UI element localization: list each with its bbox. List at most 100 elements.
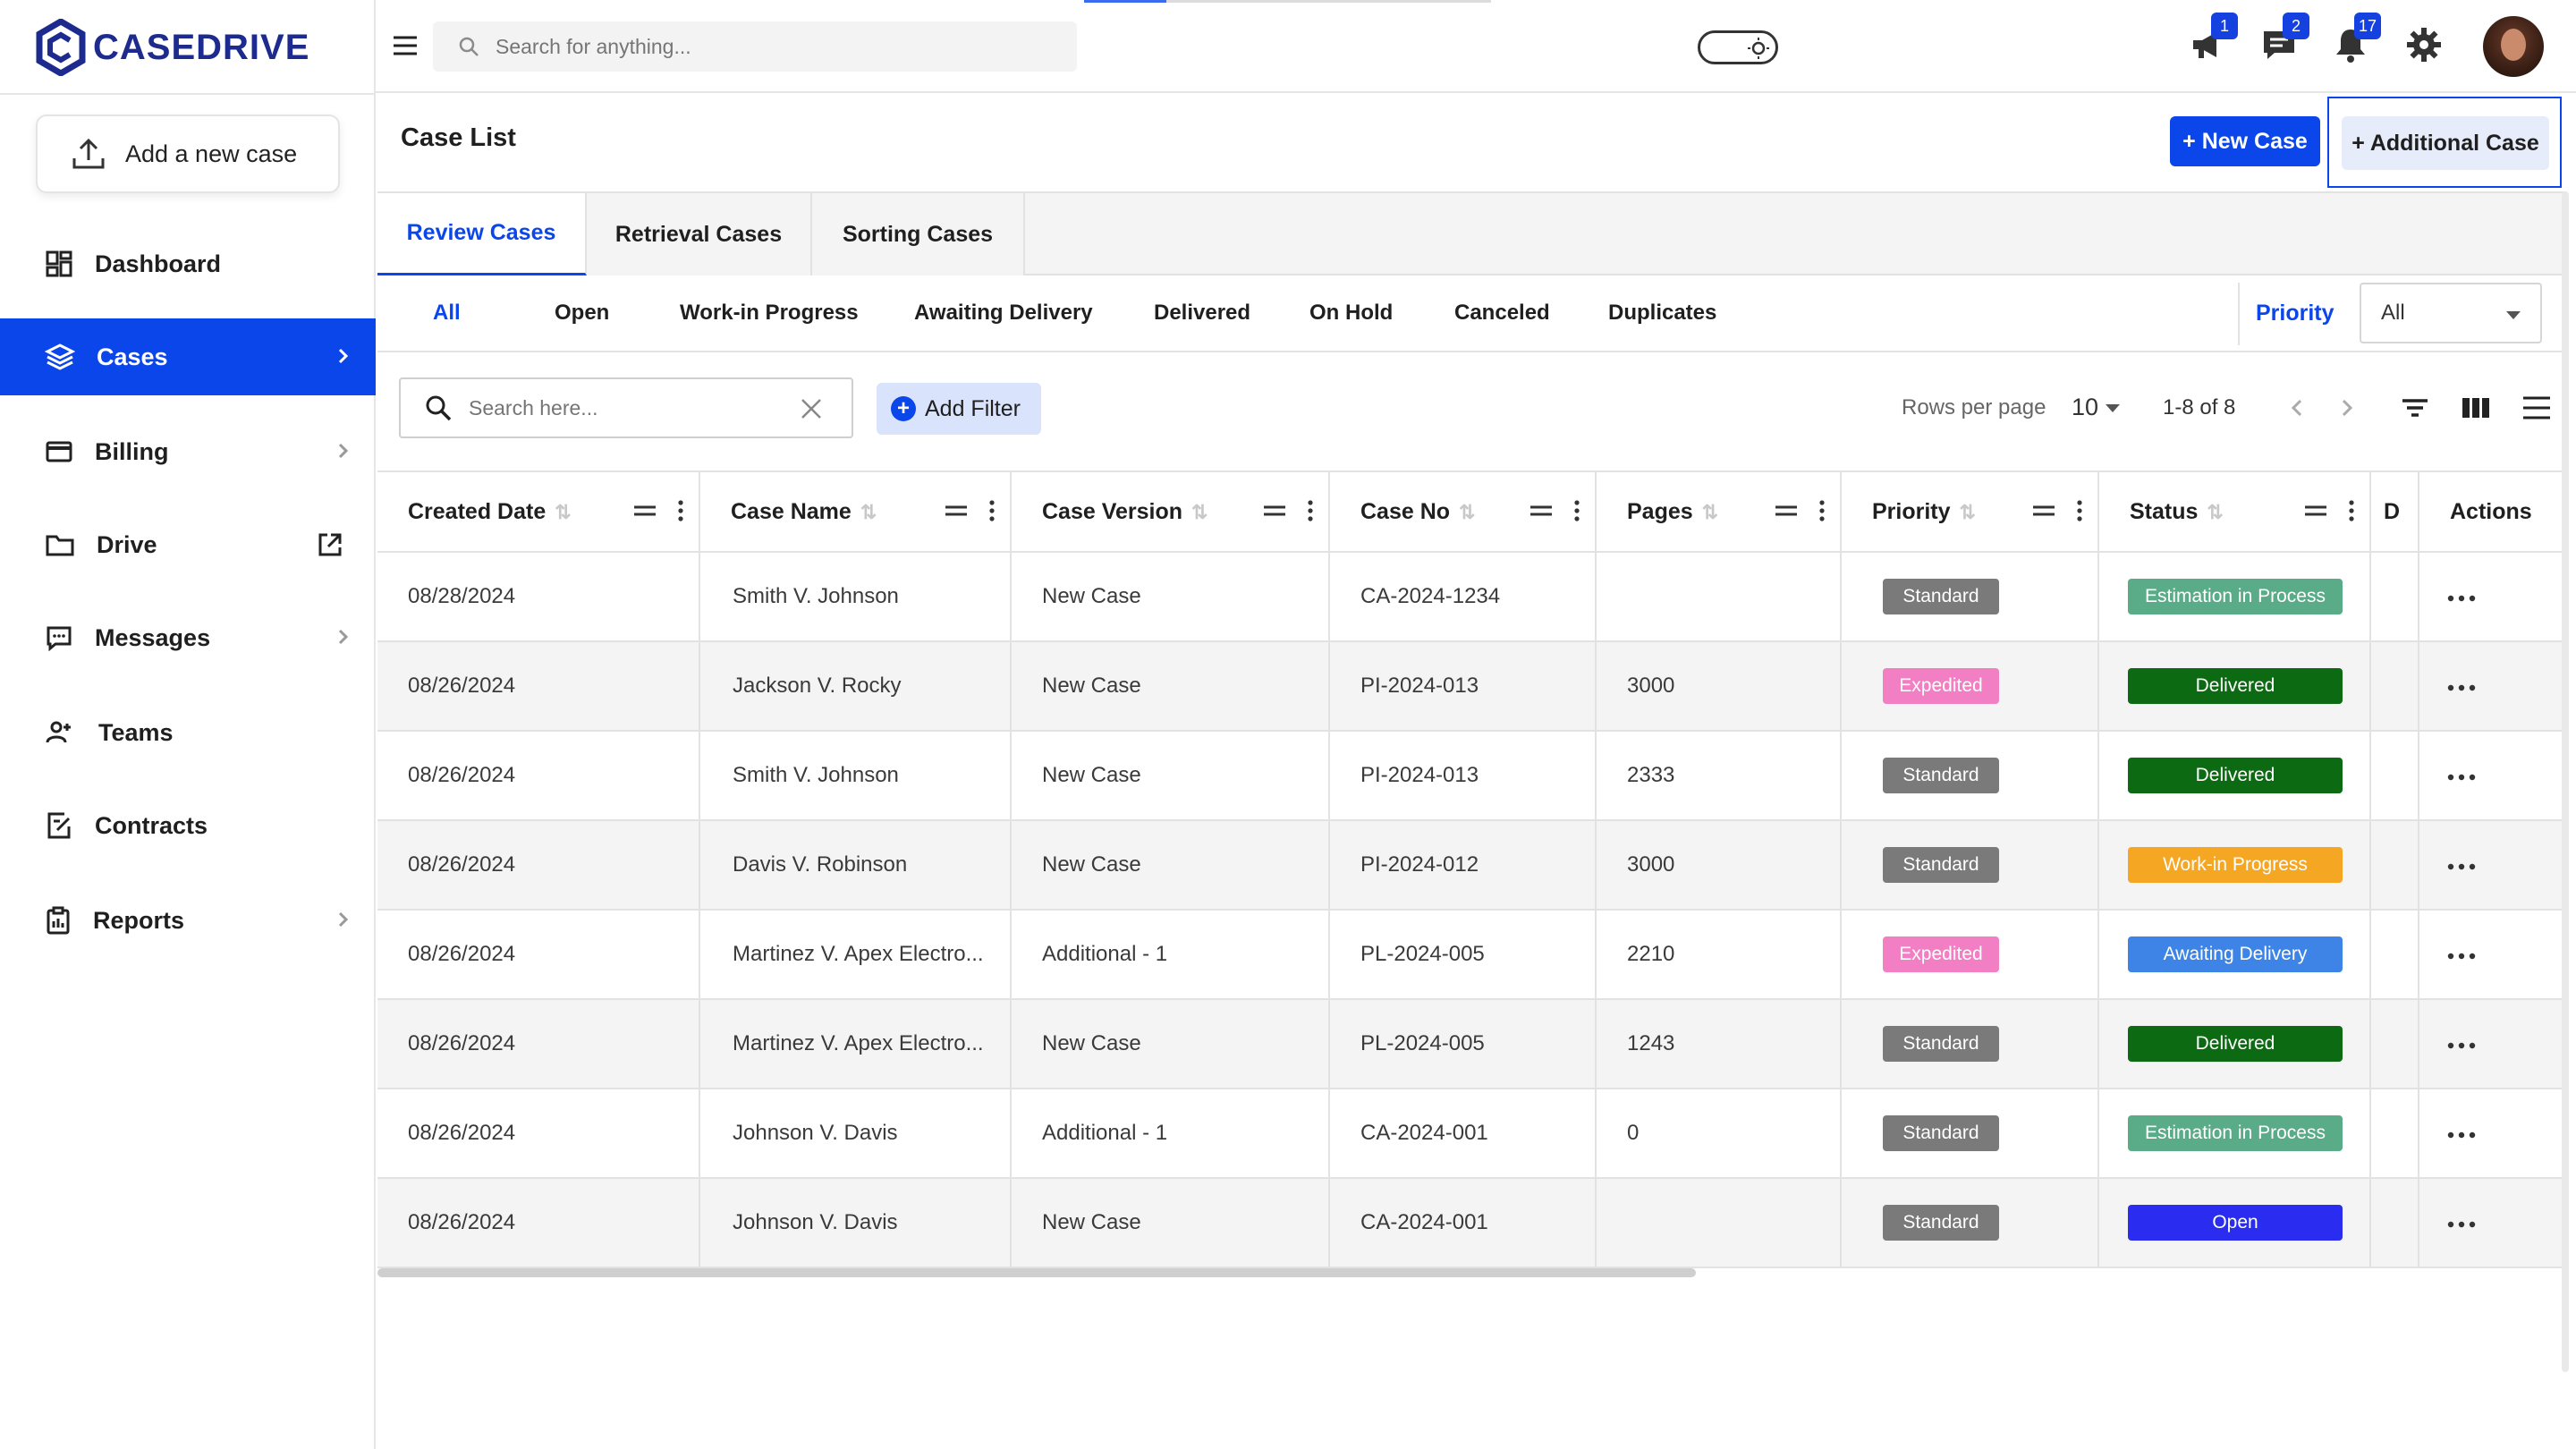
drag-handle-icon[interactable]: [2031, 502, 2056, 520]
tab-retrieval-cases[interactable]: Retrieval Cases: [587, 193, 812, 275]
status-filter-open[interactable]: Open: [555, 301, 609, 326]
table-row[interactable]: 08/26/2024 Smith V. Johnson New Case PI-202…: [377, 731, 2567, 821]
more-actions-icon[interactable]: [2446, 683, 2477, 692]
more-actions-icon[interactable]: [2446, 1131, 2477, 1140]
more-actions-icon[interactable]: [2446, 594, 2477, 603]
drag-handle-icon[interactable]: [2303, 502, 2328, 520]
column-header-priority[interactable]: Priority ⇅: [1841, 470, 2099, 553]
more-actions-icon[interactable]: [2446, 862, 2477, 871]
next-page-icon[interactable]: [2336, 394, 2358, 422]
filter-lines-icon[interactable]: [2399, 392, 2431, 424]
column-header-status[interactable]: Status ⇅: [2098, 470, 2371, 553]
sidebar-item-reports[interactable]: Reports: [0, 882, 376, 959]
add-new-case-button[interactable]: Add a new case: [36, 114, 340, 193]
column-header-created-date[interactable]: Created Date ⇅: [377, 470, 700, 553]
column-menu-icon[interactable]: [1307, 499, 1314, 522]
status-filter-canceled[interactable]: Canceled: [1454, 301, 1550, 326]
table-search[interactable]: [399, 377, 853, 438]
drag-handle-icon[interactable]: [632, 502, 657, 520]
clipboard-icon: [47, 906, 70, 935]
table-row[interactable]: 08/28/2024 Smith V. Johnson New Case CA-202…: [377, 552, 2567, 642]
sort-icon[interactable]: ⇅: [860, 501, 877, 524]
table-row[interactable]: 08/26/2024 Martinez V. Apex Electro... Add…: [377, 910, 2567, 1000]
more-actions-icon[interactable]: [2446, 773, 2477, 782]
table-row[interactable]: 08/26/2024 Johnson V. Davis Additional - 1…: [377, 1089, 2567, 1179]
table-search-input[interactable]: [469, 395, 791, 420]
add-filter-button[interactable]: + Add Filter: [877, 383, 1041, 435]
tab-review-cases[interactable]: Review Cases: [377, 193, 587, 275]
priority-badge: Standard: [1883, 758, 1999, 793]
priority-select[interactable]: All: [2360, 283, 2542, 343]
sort-icon[interactable]: ⇅: [1459, 501, 1475, 524]
table-row[interactable]: 08/26/2024 Johnson V. Davis New Case CA-202…: [377, 1178, 2567, 1268]
sort-icon[interactable]: ⇅: [1191, 501, 1208, 524]
sidebar-item-drive[interactable]: Drive: [0, 506, 376, 583]
sort-icon[interactable]: ⇅: [555, 501, 571, 524]
logo[interactable]: CASEDRIVE: [36, 16, 309, 79]
table-row[interactable]: 08/26/2024 Jackson V. Rocky New Case PI-202…: [377, 641, 2567, 732]
column-header-actions[interactable]: Actions: [2419, 470, 2567, 553]
announcements-button[interactable]: 1: [2188, 13, 2238, 68]
caret-down-icon[interactable]: [2106, 404, 2120, 412]
column-header-case-no[interactable]: Case No ⇅: [1329, 470, 1597, 553]
sort-icon[interactable]: ⇅: [1702, 501, 1718, 524]
cell-created-date: 08/26/2024: [377, 910, 700, 1000]
sidebar-item-messages[interactable]: Messages: [0, 599, 376, 676]
rows-per-page-select[interactable]: 10: [2072, 394, 2098, 421]
more-actions-icon[interactable]: [2446, 1220, 2477, 1229]
menu-icon[interactable]: [390, 30, 420, 61]
settings-button[interactable]: [2404, 25, 2447, 68]
global-search-input[interactable]: [496, 34, 1032, 59]
more-actions-icon[interactable]: [2446, 952, 2477, 961]
sort-icon[interactable]: ⇅: [1960, 501, 1976, 524]
status-filter-all[interactable]: All: [433, 301, 461, 326]
sidebar-item-contracts[interactable]: Contracts: [0, 787, 376, 864]
sidebar-item-teams[interactable]: Teams: [0, 694, 376, 771]
column-menu-icon[interactable]: [677, 499, 684, 522]
status-filter-delivered[interactable]: Delivered: [1154, 301, 1250, 326]
global-search[interactable]: [433, 21, 1077, 72]
status-filter-on-hold[interactable]: On Hold: [1309, 301, 1393, 326]
status-filter-work-in-progress[interactable]: Work-in Progress: [680, 301, 859, 326]
sort-icon[interactable]: ⇅: [2207, 501, 2223, 524]
user-avatar[interactable]: [2483, 16, 2544, 77]
drag-handle-icon[interactable]: [1529, 502, 1554, 520]
additional-case-button[interactable]: + Additional Case: [2342, 116, 2549, 170]
horizontal-scrollbar[interactable]: [377, 1268, 1696, 1277]
theme-toggle[interactable]: [1698, 30, 1778, 64]
priority-badge: Standard: [1883, 1026, 1999, 1062]
sidebar-item-cases[interactable]: Cases: [0, 318, 376, 395]
more-actions-icon[interactable]: [2446, 1041, 2477, 1050]
drag-handle-icon[interactable]: [944, 502, 969, 520]
column-controls: [944, 499, 996, 522]
notifications-button[interactable]: 17: [2331, 13, 2381, 68]
column-menu-icon[interactable]: [1573, 499, 1580, 522]
column-header-pages[interactable]: Pages ⇅: [1596, 470, 1842, 553]
table-row[interactable]: 08/26/2024 Davis V. Robinson New Case PI-20…: [377, 820, 2567, 911]
clear-icon[interactable]: [800, 397, 823, 420]
status-filter-awaiting-delivery[interactable]: Awaiting Delivery: [914, 301, 1093, 326]
columns-icon[interactable]: [2460, 392, 2492, 424]
sidebar-item-billing[interactable]: Billing: [0, 413, 376, 490]
cell-priority: Standard: [1841, 1178, 2099, 1268]
status-filter-duplicates[interactable]: Duplicates: [1608, 301, 1716, 326]
column-menu-icon[interactable]: [988, 499, 996, 522]
external-link-icon[interactable]: [315, 530, 345, 560]
column-menu-icon[interactable]: [1818, 499, 1826, 522]
drag-handle-icon[interactable]: [1774, 502, 1799, 520]
column-header-d[interactable]: D: [2370, 470, 2419, 553]
sidebar-item-dashboard[interactable]: Dashboard: [0, 225, 376, 302]
column-menu-icon[interactable]: [2348, 499, 2355, 522]
table-row[interactable]: 08/26/2024 Martinez V. Apex Electro... New…: [377, 999, 2567, 1089]
new-case-button[interactable]: + New Case: [2170, 116, 2320, 166]
tab-sorting-cases[interactable]: Sorting Cases: [812, 193, 1025, 275]
column-header-case-name[interactable]: Case Name ⇅: [699, 470, 1012, 553]
column-header-case-version[interactable]: Case Version ⇅: [1011, 470, 1330, 553]
vertical-scrollbar[interactable]: [2562, 191, 2569, 1372]
column-menu-icon[interactable]: [2076, 499, 2083, 522]
messages-button[interactable]: 2: [2259, 13, 2309, 68]
cell-status: Open: [2098, 1178, 2371, 1268]
drag-handle-icon[interactable]: [1262, 502, 1287, 520]
density-icon[interactable]: [2521, 392, 2553, 424]
prev-page-icon[interactable]: [2286, 394, 2308, 422]
